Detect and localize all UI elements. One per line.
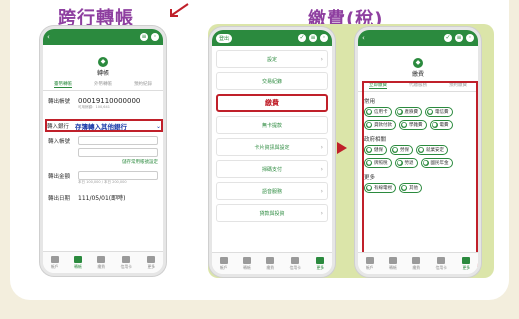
to-account-input-2[interactable]	[78, 148, 158, 157]
from-account-label: 轉出帳號	[48, 99, 71, 105]
save-account-link[interactable]: 儲存常用帳號設定	[43, 159, 163, 165]
phone-menu-screen: 登出 ✓ ≡ ◦ 設定 › 交易紀錄 繳費 無卡提款 卡片資訊與設定 › 掃碼支付 › 語…	[209, 27, 335, 277]
amount-row: 轉出金額	[43, 171, 163, 180]
menu-item-card-info[interactable]: 卡片資訊與設定 ›	[216, 138, 328, 156]
nav-pay[interactable]: 繳費	[97, 255, 106, 270]
bottom-nav: 帳戶 轉帳 繳費 信用卡 更多	[212, 252, 332, 274]
edit-icon[interactable]: ✓	[444, 34, 452, 42]
amount-label: 轉出金額	[48, 173, 71, 180]
nav-account[interactable]: 帳戶	[50, 255, 59, 270]
screen-title: 轉帳	[96, 70, 109, 77]
tab-fx-transfer[interactable]: 外幣轉帳	[94, 81, 112, 88]
nav-more[interactable]: 更多	[316, 256, 325, 271]
bank-select[interactable]: 存簿轉入其他銀行	[75, 121, 156, 131]
phone-transfer-screen: ‹ ≡ ◦ ◆ 轉帳 臺幣轉帳 外幣轉帳 預約紀錄 轉出帳號 0001911000…	[40, 26, 166, 276]
back-icon[interactable]: ‹	[47, 33, 50, 41]
menu-icon[interactable]: ≡	[309, 34, 317, 42]
nav-card[interactable]: 信用卡	[290, 256, 301, 271]
back-icon[interactable]: ‹	[362, 34, 365, 42]
highlight-pay-options-box	[362, 81, 478, 267]
nav-transfer[interactable]: 轉帳	[242, 256, 251, 271]
logout-pill[interactable]: 登出	[216, 33, 233, 43]
menu-icon[interactable]: ≡	[455, 34, 463, 42]
to-account-input[interactable]	[78, 136, 158, 145]
nav-more[interactable]: 更多	[147, 255, 156, 270]
transfer-tabs: 臺幣轉帳 外幣轉帳 預約紀錄	[43, 81, 163, 91]
edit-icon[interactable]: ✓	[298, 34, 306, 42]
menu-item-pay[interactable]: 繳費	[216, 94, 328, 112]
nav-pay[interactable]: 繳費	[266, 256, 275, 271]
nav-card[interactable]: 信用卡	[436, 256, 447, 271]
amount-input[interactable]	[78, 171, 158, 180]
phone-pay-screen: ‹ ✓ ≡ ◦ ◆ 繳費 立即繳費 代繳服務 預約繳費 常用 ● 信用卡 ● 產險費 ●…	[355, 27, 481, 277]
date-value[interactable]: 111/05/01(即時)	[78, 193, 158, 202]
from-account-row[interactable]: 轉出帳號 00019110000000	[43, 97, 163, 105]
date-label: 轉出日期	[48, 195, 71, 202]
date-row[interactable]: 轉出日期 111/05/01(即時)	[43, 193, 163, 202]
bank-logo-icon: ◆	[413, 58, 423, 68]
menu-item-loans[interactable]: 貸款與投資 ›	[216, 204, 328, 222]
nav-account[interactable]: 帳戶	[365, 256, 374, 271]
next-step-arrow-icon	[337, 142, 347, 154]
nav-more[interactable]: 更多	[462, 256, 471, 271]
to-account-label: 轉入帳號	[48, 138, 71, 145]
top-bar: ‹ ≡ ◦	[43, 29, 163, 45]
nav-card[interactable]: 信用卡	[121, 255, 132, 270]
chat-icon[interactable]: ◦	[320, 34, 328, 42]
to-account-row-2	[43, 148, 163, 157]
nav-account[interactable]: 帳戶	[219, 256, 228, 271]
top-bar: ‹ ✓ ≡ ◦	[358, 30, 478, 46]
nav-transfer[interactable]: 轉帳	[73, 255, 82, 270]
nav-transfer[interactable]: 轉帳	[388, 256, 397, 271]
top-bar: 登出 ✓ ≡ ◦	[212, 30, 332, 46]
menu-item-history[interactable]: 交易紀錄	[216, 72, 328, 90]
menu-item-cardless[interactable]: 無卡提款	[216, 116, 328, 134]
tab-reservations[interactable]: 預約紀錄	[134, 81, 152, 88]
bank-label: 轉入銀行	[47, 124, 70, 130]
chat-icon[interactable]: ◦	[151, 33, 159, 41]
from-account-value[interactable]: 00019110000000	[78, 97, 158, 105]
menu-item-scan-pay[interactable]: 掃碼支付 ›	[216, 160, 328, 178]
menu-item-voice[interactable]: 語音服務 ›	[216, 182, 328, 200]
to-account-row: 轉入帳號	[43, 136, 163, 145]
chat-icon[interactable]: ◦	[466, 34, 474, 42]
chevron-down-icon: ⌄	[155, 122, 161, 130]
menu-list: 設定 › 交易紀錄 繳費 無卡提款 卡片資訊與設定 › 掃碼支付 › 語音服務 › 貸款…	[212, 46, 332, 222]
bottom-nav: 帳戶 轉帳 繳費 信用卡 更多	[358, 252, 478, 274]
pointer-arrow-icon	[170, 3, 189, 17]
screen-title: 繳費	[411, 71, 424, 78]
menu-icon[interactable]: ≡	[140, 33, 148, 41]
bank-select-row[interactable]: 轉入銀行 存簿轉入其他銀行 ⌄	[47, 121, 161, 132]
nav-pay[interactable]: 繳費	[412, 256, 421, 271]
menu-item-settings[interactable]: 設定 ›	[216, 50, 328, 68]
bank-logo-icon: ◆	[98, 57, 108, 67]
tab-ntd-transfer[interactable]: 臺幣轉帳	[54, 81, 72, 88]
bottom-nav: 帳戶 轉帳 繳費 信用卡 更多	[43, 251, 163, 273]
amount-hint: 本日 100,000 / 本日 200,000	[78, 180, 127, 184]
